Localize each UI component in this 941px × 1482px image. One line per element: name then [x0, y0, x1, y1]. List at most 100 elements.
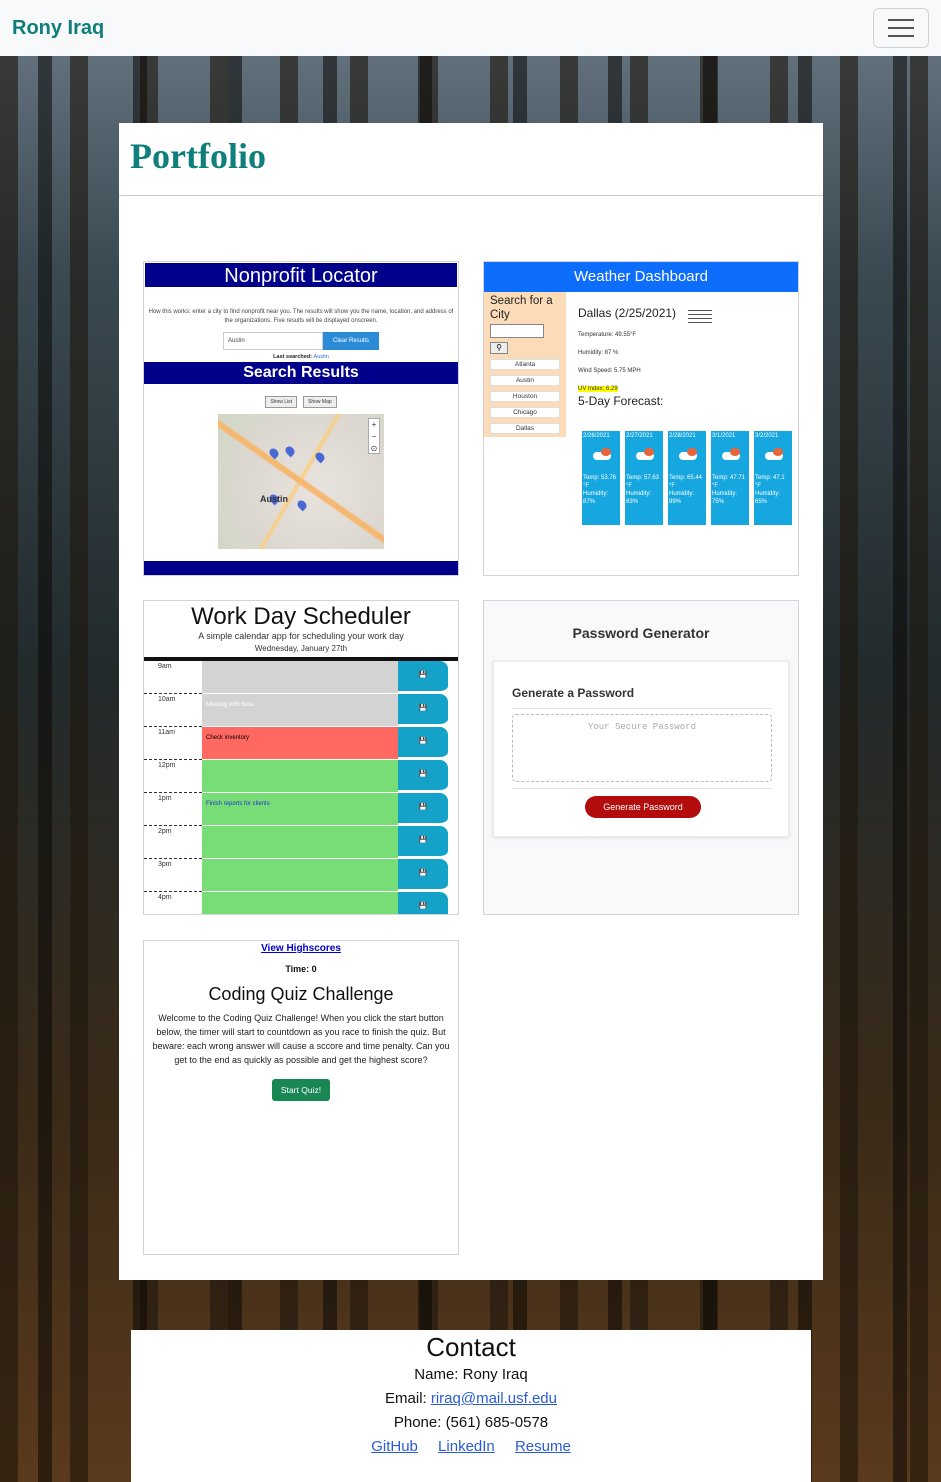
time-block: 11am Check inventory 💾 — [144, 727, 458, 760]
city-button: Houston — [490, 391, 560, 402]
timer: Time: 0 — [285, 964, 317, 974]
project-description: How this works: enter a city to find non… — [148, 309, 454, 324]
phone-label: Phone: — [393, 1414, 446, 1431]
map-city-label: Austin — [260, 494, 288, 504]
forecast-humidity: Humidity: 75% — [712, 491, 738, 505]
temperature: Temperature: 49.55°F — [578, 332, 637, 338]
project-card-weather-dashboard[interactable]: Weather Dashboard Search for a City ⚲ At… — [483, 261, 799, 576]
time-block: 4pm 💾 — [144, 892, 458, 914]
save-icon: 💾 — [398, 694, 448, 727]
name-value: Rony Iraq — [462, 1366, 528, 1383]
contact-section: Contact Name: Rony Iraq Email: riraq@mai… — [131, 1330, 811, 1482]
project-title: Password Generator — [572, 625, 710, 641]
forecast-day: 3/1/2021 Temp: 47.71 °F Humidity: 75% — [711, 431, 749, 525]
generate-password-button: Generate Password — [585, 796, 701, 818]
brand-link[interactable]: Rony Iraq — [12, 17, 104, 40]
portfolio-title: Portfolio — [130, 136, 266, 176]
project-card-nonprofit-locator[interactable]: Nonprofit Locator How this works: enter … — [143, 261, 459, 576]
project-title: Coding Quiz Challenge — [208, 984, 394, 1004]
map-preview: Austin + − ⊙ — [218, 414, 384, 549]
forecast-date: 2/26/2021 — [583, 433, 610, 439]
current-date: Wednesday, January 27th — [254, 644, 348, 653]
city-button: Chicago — [490, 407, 560, 418]
password-card-title: Generate a Password — [512, 686, 635, 700]
forecast-temp: Temp: 57.63 °F — [626, 475, 660, 489]
start-quiz-button: Start Quiz! — [272, 1079, 330, 1101]
forecast-humidity: Humidity: 87% — [583, 491, 609, 505]
search-sidebar: Search for a City ⚲ Atlanta Austin Houst… — [484, 292, 566, 437]
cloudy-icon — [634, 448, 654, 460]
uv-index: UV Index: 6.29 — [578, 386, 798, 392]
show-map-button: Show Map — [303, 396, 337, 408]
email-link[interactable]: riraq@mail.usf.edu — [431, 1390, 557, 1407]
hour-label: 3pm — [144, 859, 202, 892]
city-button: Dallas — [490, 423, 560, 434]
current-weather: Dallas (2/25/2021) Temperature: 49.55°F … — [578, 306, 798, 408]
project-subtitle: A simple calendar app for scheduling you… — [198, 631, 404, 641]
map-pin-icon — [267, 446, 281, 460]
forecast-day: 2/28/2021 Temp: 65.44 °F Humidity: 99% — [668, 431, 706, 525]
city-button: Atlanta — [490, 359, 560, 370]
save-icon: 💾 — [398, 859, 448, 892]
forecast-temp: Temp: 47.1 °F — [755, 475, 785, 489]
footer-bar — [144, 561, 458, 575]
forecast-temp: Temp: 53.76 °F — [583, 475, 617, 489]
forecast-humidity: Humidity: 65% — [755, 491, 781, 505]
contact-title: Contact — [426, 1332, 516, 1362]
project-card-work-day-scheduler[interactable]: Work Day Scheduler A simple calendar app… — [143, 600, 459, 915]
project-title: Nonprofit Locator — [144, 262, 458, 288]
forecast-day: 2/26/2021 Temp: 53.76 °F Humidity: 87% — [582, 431, 620, 525]
name-label: Name: — [414, 1366, 463, 1383]
forecast-day: 3/2/2021 Temp: 47.1 °F Humidity: 65% — [754, 431, 792, 525]
project-card-password-generator[interactable]: Password Generator Generate a Password Y… — [483, 600, 799, 915]
save-icon: 💾 — [398, 760, 448, 793]
event-text — [202, 760, 398, 793]
hamburger-icon[interactable] — [873, 8, 929, 48]
github-link[interactable]: GitHub — [371, 1438, 418, 1455]
map-pin-icon — [283, 444, 297, 458]
save-icon: 💾 — [398, 727, 448, 760]
forecast-date: 3/2/2021 — [755, 433, 779, 439]
time-block: 12pm 💾 — [144, 760, 458, 793]
forecast-temp: Temp: 65.44 °F — [669, 475, 703, 489]
forecast-date: 2/28/2021 — [669, 433, 696, 439]
hour-label: 11am — [144, 727, 202, 760]
event-text — [202, 661, 398, 694]
rain-cloud-icon — [677, 448, 697, 460]
hour-label: 1pm — [144, 793, 202, 826]
contact-name: Name: Rony Iraq — [131, 1363, 811, 1387]
forecast-list: 2/26/2021 Temp: 53.76 °F Humidity: 87% 2… — [582, 431, 792, 525]
social-links: GitHub LinkedIn Resume — [131, 1435, 811, 1459]
search-row: Austin Clear Results — [144, 332, 458, 350]
password-card: Generate a Password Your Secure Password… — [493, 661, 789, 837]
password-output: Your Secure Password — [512, 714, 772, 782]
humidity: Humidity: 87 % — [578, 350, 619, 356]
contact-phone: Phone: (561) 685-0578 — [131, 1411, 811, 1435]
cloudy-icon — [720, 448, 740, 460]
hour-label: 9am — [144, 661, 202, 694]
view-toggles: Show List Show Map — [144, 396, 458, 408]
uv-index-value: UV Index: 6.29 — [578, 386, 618, 392]
hour-label: 12pm — [144, 760, 202, 793]
event-text — [202, 826, 398, 859]
search-icon: ⚲ — [490, 342, 508, 354]
save-icon: 💾 — [398, 826, 448, 859]
clear-results-button: Clear Results — [323, 332, 379, 350]
show-list-button: Show List — [265, 396, 298, 408]
map-pin-icon — [313, 450, 327, 464]
save-icon: 💾 — [398, 661, 448, 694]
map-pin-icon — [295, 498, 309, 512]
time-block: 10am Meeting with boss 💾 — [144, 694, 458, 727]
resume-link[interactable]: Resume — [515, 1438, 571, 1455]
quiz-description: Welcome to the Coding Quiz Challenge! Wh… — [152, 1013, 450, 1065]
linkedin-link[interactable]: LinkedIn — [438, 1438, 495, 1455]
hour-label: 10am — [144, 694, 202, 727]
save-icon: 💾 — [398, 892, 448, 914]
last-searched-value: Austin — [313, 354, 329, 360]
results-title: Search Results — [144, 362, 458, 384]
portfolio-section: Portfolio Nonprofit Locator How this wor… — [119, 123, 823, 1280]
event-text: Meeting with boss — [202, 694, 398, 727]
contact-email: Email: riraq@mail.usf.edu — [131, 1387, 811, 1411]
forecast-temp: Temp: 47.71 °F — [712, 475, 746, 489]
project-card-coding-quiz[interactable]: View Highscores Time: 0 Coding Quiz Chal… — [143, 940, 459, 1255]
